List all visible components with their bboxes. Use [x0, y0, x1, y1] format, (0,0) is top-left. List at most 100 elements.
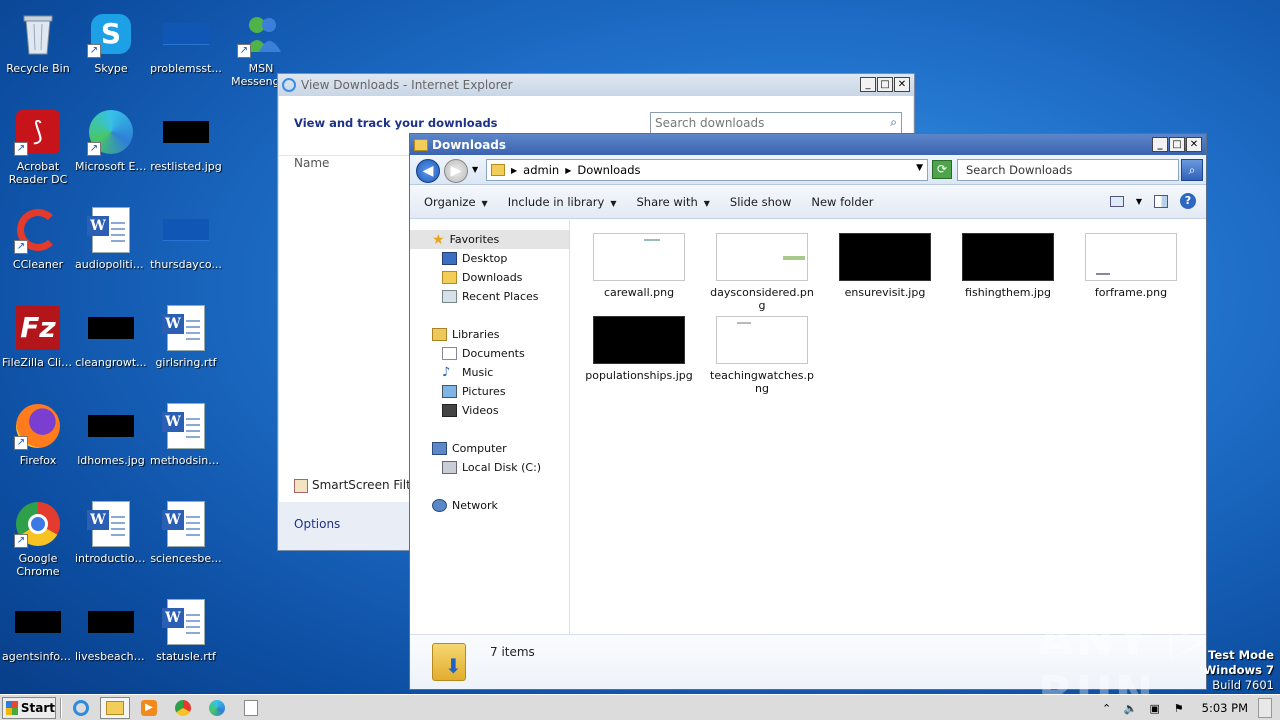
nav-music[interactable]: ♪ Music — [410, 363, 569, 382]
desktop-icon-label: livesbeach.jpg — [75, 650, 149, 663]
smartscreen-filter-link[interactable]: SmartScreen Filte — [294, 478, 418, 493]
slide-show-button[interactable]: Slide show — [730, 195, 801, 209]
nav-documents[interactable]: Documents — [410, 344, 569, 363]
image-file-icon[interactable]: ldhomes.jpg — [73, 396, 149, 492]
ccleaner-icon[interactable]: ↗ CCleaner — [0, 200, 76, 296]
search-icon[interactable]: ⌕ — [1181, 159, 1203, 181]
search-placeholder: Search Downloads — [966, 163, 1073, 177]
forward-button[interactable]: ▶ — [444, 159, 468, 183]
ie-search-downloads-input[interactable]: Search downloads ⌕ — [650, 112, 902, 134]
nav-desktop[interactable]: Desktop — [410, 249, 569, 268]
desktop-icon-label: girlsring.rtf — [155, 356, 217, 369]
acrobat-icon[interactable]: ⟆ ↗ Acrobat Reader DC — [0, 102, 76, 198]
file-icon[interactable]: thursdayco... — [148, 200, 224, 296]
refresh-button[interactable]: ⟳ — [932, 160, 952, 179]
show-desktop-button[interactable] — [1258, 698, 1272, 718]
taskbar-media-player-button[interactable]: ▶ — [134, 697, 164, 719]
taskbar-chrome-button[interactable] — [168, 697, 198, 719]
recent-pages-chevron-icon[interactable]: ▼ — [472, 165, 478, 174]
ie-title-bar[interactable]: View Downloads - Internet Explorer _ □ ✕ — [278, 74, 914, 96]
nav-local-disk[interactable]: Local Disk (C:) — [410, 458, 569, 477]
preview-pane-icon[interactable] — [1154, 194, 1168, 208]
search-icon[interactable]: ⌕ — [890, 115, 897, 130]
breadcrumb-separator-icon[interactable]: ▶ — [565, 166, 571, 175]
view-options-chevron-icon[interactable]: ▼ — [1136, 197, 1142, 206]
word-document-icon[interactable]: audiopolitic... — [73, 200, 149, 296]
explorer-title-bar[interactable]: Downloads _ □ ✕ — [410, 134, 1206, 155]
file-icon[interactable]: problemsst... — [148, 4, 224, 100]
maximize-button[interactable]: □ — [877, 77, 893, 92]
breadcrumb-downloads[interactable]: Downloads — [577, 163, 640, 177]
volume-icon[interactable]: 🔈 — [1124, 701, 1138, 715]
image-file-icon[interactable]: livesbeach.jpg — [73, 592, 149, 688]
nav-pictures[interactable]: Pictures — [410, 382, 569, 401]
search-downloads-input[interactable]: Search Downloads — [957, 159, 1179, 181]
recycle-bin-icon[interactable]: Recycle Bin — [0, 4, 76, 100]
word-document-icon[interactable]: statusle.rtf — [148, 592, 224, 688]
chrome-icon[interactable]: ↗ Google Chrome — [0, 494, 76, 590]
nav-libraries[interactable]: Libraries — [410, 325, 569, 344]
videos-icon — [442, 404, 457, 417]
taskbar-ie-button[interactable] — [66, 697, 96, 719]
include-in-library-button[interactable]: Include in library ▼ — [508, 195, 627, 209]
file-item[interactable]: ensurevisit.jpg — [830, 233, 940, 299]
taskbar-explorer-button[interactable] — [100, 696, 130, 719]
command-bar: Organize ▼ Include in library ▼ Share with… — [410, 185, 1206, 219]
taskbar-notepad-button[interactable] — [236, 697, 266, 719]
nav-downloads[interactable]: Downloads — [410, 268, 569, 287]
desktop-icon-label: restlisted.jpg — [150, 160, 222, 173]
file-item[interactable]: carewall.png — [584, 233, 694, 299]
show-hidden-icons-icon[interactable]: ⌃ — [1100, 701, 1114, 715]
image-file-icon[interactable]: cleangrowt... — [73, 298, 149, 394]
firefox-icon[interactable]: ↗ Firefox — [0, 396, 76, 492]
file-item[interactable]: teachingwatches.png — [707, 316, 817, 395]
minimize-button[interactable]: _ — [1152, 137, 1168, 152]
clock[interactable]: 5:03 PM — [1202, 701, 1248, 715]
action-center-flag-icon[interactable]: ⚑ — [1172, 701, 1186, 715]
edge-icon[interactable]: ↗ Microsoft Edge — [73, 102, 149, 198]
image-file-icon[interactable]: agentsinfo.jpg — [0, 592, 76, 688]
taskbar-edge-button[interactable] — [202, 697, 232, 719]
maximize-button[interactable]: □ — [1169, 137, 1185, 152]
address-bar[interactable]: ▶ admin ▶ Downloads ▼ — [486, 159, 928, 181]
word-document-icon[interactable]: girlsring.rtf — [148, 298, 224, 394]
help-icon[interactable]: ? — [1180, 193, 1196, 209]
network-icon[interactable]: ▣ — [1148, 701, 1162, 715]
downloads-folder-icon — [432, 643, 466, 681]
word-document-icon[interactable]: sciencesbe... — [148, 494, 224, 590]
downloads-explorer-window: Downloads _ □ ✕ ◀ ▶ ▼ ▶ admin ▶ Download… — [409, 133, 1207, 690]
desktop-icon-label: problemsst... — [150, 62, 222, 75]
back-button[interactable]: ◀ — [416, 159, 440, 183]
filezilla-icon[interactable]: Fz FileZilla Client — [0, 298, 76, 394]
share-with-button[interactable]: Share with ▼ — [637, 195, 720, 209]
breadcrumb-admin[interactable]: admin — [523, 163, 559, 177]
desktop-icon-label: FileZilla Client — [2, 356, 76, 369]
word-document-icon[interactable]: introduction... — [73, 494, 149, 590]
file-name: populationships.jpg — [585, 369, 693, 382]
file-item[interactable]: populationships.jpg — [584, 316, 694, 382]
close-button[interactable]: ✕ — [894, 77, 910, 92]
windows-logo-icon — [6, 700, 18, 715]
nav-network[interactable]: Network — [410, 496, 569, 515]
change-view-icon[interactable] — [1109, 195, 1124, 207]
address-dropdown-icon[interactable]: ▼ — [916, 163, 923, 173]
column-header-name[interactable]: Name — [294, 156, 329, 170]
file-item[interactable]: daysconsidered.png — [707, 233, 817, 312]
new-folder-button[interactable]: New folder — [811, 195, 883, 209]
start-button[interactable]: Start — [2, 696, 56, 719]
minimize-button[interactable]: _ — [860, 77, 876, 92]
close-button[interactable]: ✕ — [1186, 137, 1202, 152]
nav-recent-places[interactable]: Recent Places — [410, 287, 569, 306]
nav-favorites[interactable]: ★ Favorites — [410, 230, 569, 249]
word-document-icon[interactable]: methodsinc.rtf — [148, 396, 224, 492]
smartscreen-label: SmartScreen Filte — [312, 478, 419, 492]
file-item[interactable]: forframe.png — [1076, 233, 1186, 299]
nav-label: Downloads — [462, 271, 523, 284]
nav-videos[interactable]: Videos — [410, 401, 569, 420]
nav-computer[interactable]: Computer — [410, 439, 569, 458]
image-file-icon[interactable]: restlisted.jpg — [148, 102, 224, 198]
skype-icon[interactable]: S ↗ Skype — [73, 4, 149, 100]
organize-button[interactable]: Organize ▼ — [424, 195, 498, 209]
file-item[interactable]: fishingthem.jpg — [953, 233, 1063, 299]
breadcrumb-separator-icon[interactable]: ▶ — [511, 166, 517, 175]
